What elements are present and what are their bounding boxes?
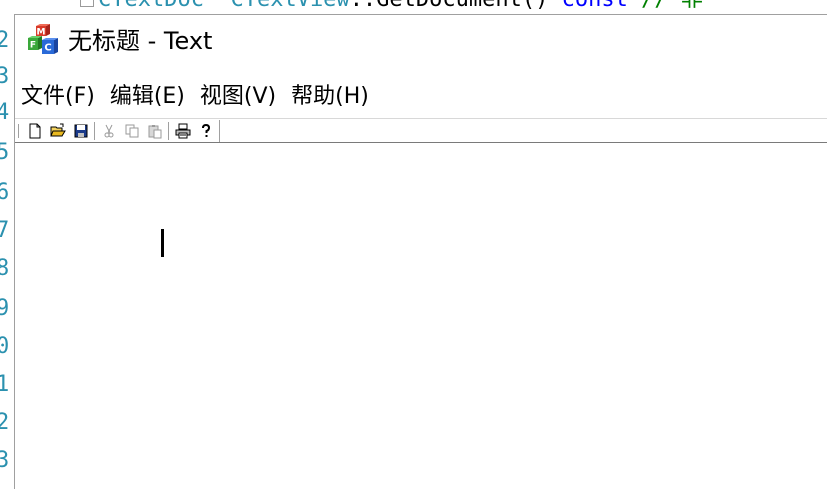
open-file-button[interactable] [46,120,69,141]
screen: −CTextDoc* CTextView::GetDocument() cons… [0,0,827,489]
save-button[interactable] [69,120,92,141]
toolbar-separator [94,121,95,140]
toolbar-strip [15,119,220,142]
menu-file[interactable]: 文件(F) [15,81,101,113]
toolbar-separator [168,121,169,140]
line-number: 3 [0,448,10,473]
svg-text:F: F [30,41,36,51]
print-icon [175,123,190,138]
toolbar-gripper-icon[interactable] [17,122,21,140]
line-number: 5 [0,140,10,165]
document-view[interactable] [15,143,827,489]
cut-icon [104,124,113,137]
menu-view[interactable]: 视图(V) [194,81,282,113]
collapse-toggle-icon[interactable]: − [80,0,94,7]
print-button[interactable] [171,120,194,141]
code-comment: // 非 [628,0,703,12]
code-type: CTextDoc [98,0,204,12]
cut-button[interactable] [97,120,120,141]
paste-button[interactable] [143,120,166,141]
new-file-button[interactable] [23,120,46,141]
line-number: 4 [0,100,10,125]
code-line: −CTextDoc* CTextView::GetDocument() cons… [80,0,703,13]
line-number: 2 [0,28,10,53]
app-window[interactable]: M F C 无标题 - Text 文件(F) 编辑(E) 视图(V) 帮助(H) [14,14,827,489]
open-folder-icon [49,123,66,136]
line-number: 0 [0,334,10,359]
line-number: 7 [0,218,10,243]
help-button[interactable] [194,120,217,141]
line-number: 9 [0,296,10,321]
new-file-icon [29,123,40,138]
line-number: 8 [0,256,10,281]
line-number: 2 [0,410,10,435]
paste-icon [148,124,161,138]
code-method: ::GetDocument() [350,0,562,12]
window-title: 无标题 - Text [68,27,213,55]
line-number: 6 [0,180,10,205]
help-icon [201,123,210,137]
mfc-app-icon: M F C [28,24,58,54]
line-number: 3 [0,64,10,89]
text-caret [161,229,164,257]
menu-bar: 文件(F) 编辑(E) 视图(V) 帮助(H) [15,79,378,115]
svg-text:C: C [44,43,51,54]
title-bar[interactable]: M F C 无标题 - Text [15,15,827,67]
menu-help[interactable]: 帮助(H) [285,81,375,113]
save-icon [74,124,87,137]
code-keyword: const [562,0,628,12]
line-number: 1 [0,372,10,397]
code-type: CTextView [230,0,349,12]
copy-icon [125,124,138,137]
menu-edit[interactable]: 编辑(E) [104,81,191,113]
toolbar [15,118,827,143]
copy-button[interactable] [120,120,143,141]
code-punct: * [204,0,231,12]
